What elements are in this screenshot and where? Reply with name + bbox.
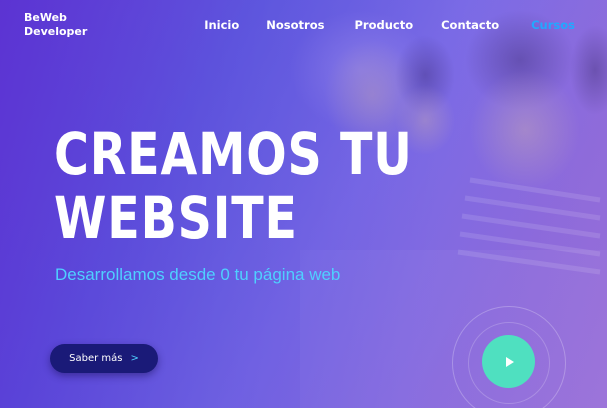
brand-line1: BeWeb — [24, 11, 67, 24]
nav-item-nosotros[interactable]: Nosotros — [266, 18, 324, 32]
main-nav: Inicio Nosotros Producto Contacto Cursos — [204, 18, 575, 32]
hero-section: BeWeb Developer Inicio Nosotros Producto… — [0, 0, 607, 408]
nav-item-cursos[interactable]: Cursos — [531, 18, 575, 32]
cta-label: Saber más — [69, 353, 123, 364]
chevron-right-icon: > — [130, 353, 139, 364]
brand-logo[interactable]: BeWeb Developer — [24, 11, 87, 39]
saber-mas-button[interactable]: Saber más > — [50, 344, 158, 373]
brand-line2: Developer — [24, 25, 88, 38]
hero-subtitle: Desarrollamos desde 0 tu página web — [55, 265, 341, 284]
play-icon — [505, 356, 514, 367]
nav-item-inicio[interactable]: Inicio — [204, 18, 239, 32]
headline-line2: WEBSITE — [54, 184, 298, 252]
play-video-button[interactable] — [482, 335, 535, 388]
hero-headline: CREAMOS TU WEBSITE — [54, 122, 413, 250]
headline-line1: CREAMOS TU — [54, 120, 413, 188]
nav-item-producto[interactable]: Producto — [354, 18, 413, 32]
nav-item-contacto[interactable]: Contacto — [441, 18, 499, 32]
